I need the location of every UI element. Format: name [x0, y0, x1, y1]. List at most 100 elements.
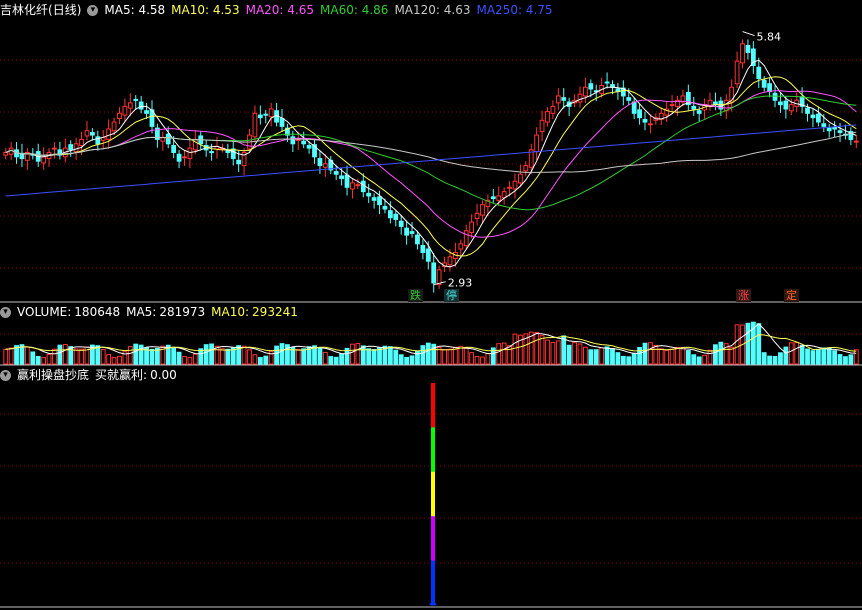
candle-body [588, 83, 594, 90]
volume-bar [52, 348, 57, 365]
candle-body [382, 205, 388, 210]
candle-body [106, 128, 112, 140]
chevron-down-icon[interactable]: ▾ [87, 4, 99, 16]
volume-bar [761, 352, 767, 365]
candle-body [415, 234, 420, 245]
indicator-header: ▾ 赢利操盘抄底 买就赢利: 0.00 [0, 365, 183, 385]
candle-body [209, 151, 214, 154]
candle-body [182, 156, 187, 159]
volume-bar [848, 354, 854, 365]
volume-bar [539, 335, 545, 365]
volume-bar [713, 344, 718, 365]
volume-bar [501, 342, 507, 365]
volume-bar [772, 355, 778, 365]
volume-bar [350, 343, 355, 365]
candle-body [3, 151, 9, 156]
fixed-tag: 定 [784, 289, 799, 302]
indicator-spike-segment [431, 560, 435, 606]
volume-ma10-value: 293241 [252, 305, 298, 319]
volume-bar [707, 349, 713, 365]
volume-bar [778, 352, 783, 365]
candle-body [734, 60, 740, 85]
volume-bar [805, 348, 810, 365]
volume-bar [30, 351, 36, 365]
volume-bar [425, 342, 431, 365]
candle-body [425, 248, 431, 262]
candle-body [52, 147, 57, 150]
candle-body [496, 195, 502, 201]
volume-bar [387, 346, 393, 365]
candle-body [631, 101, 637, 114]
ma-legend-item: MA20: 4.65 [245, 3, 315, 17]
candle-body [350, 182, 355, 190]
volume-bar [604, 346, 610, 365]
volume-header: ▾ VOLUME: 180648 MA5: 281973 MA10: 29324… [0, 302, 304, 322]
volume-bar [241, 345, 247, 365]
candle-body [73, 143, 79, 153]
high-label: 5.84 [757, 31, 782, 44]
candle-body [555, 95, 561, 104]
indicator-spike-segment [431, 471, 435, 517]
candle-body [767, 83, 773, 93]
candle-body [507, 186, 512, 189]
candle-body [517, 173, 523, 184]
volume-bar [550, 342, 556, 365]
candle-body [89, 131, 95, 136]
candle-body [480, 204, 485, 216]
candle-body [301, 140, 307, 145]
candle-body [236, 159, 242, 165]
indicator-line-label: 买就赢利: [95, 368, 148, 382]
candle-body [691, 105, 697, 110]
volume-bar [577, 343, 583, 365]
candle-body [463, 230, 469, 247]
volume-bar [366, 348, 372, 365]
candle-body [821, 123, 827, 127]
volume-bar [480, 356, 485, 365]
volume-bar [658, 348, 664, 365]
volume-bar [648, 342, 653, 365]
candle-body [512, 180, 518, 190]
candle-body [583, 86, 588, 97]
candle-body [837, 130, 843, 133]
chevron-down-icon[interactable]: ▾ [0, 306, 11, 318]
volume-bar [203, 344, 209, 365]
candle-body [279, 118, 285, 127]
volume-bar [534, 331, 540, 365]
volume-bar [295, 348, 301, 365]
volume-bar [815, 349, 821, 365]
volume-bar [192, 353, 198, 365]
volume-bar [832, 350, 838, 365]
candle-body [626, 97, 632, 101]
candle-body [577, 93, 583, 103]
candle-body [669, 104, 675, 107]
volume-value: 180648 [74, 305, 121, 319]
stock-name: 吉林化纤 [0, 3, 49, 17]
candle-body [778, 101, 783, 106]
volume-bar [691, 354, 697, 365]
candle-body [853, 140, 859, 143]
volume-bar [843, 356, 848, 365]
candle-body [84, 130, 90, 137]
period-label: (日线) [48, 3, 82, 17]
candle-body [122, 105, 128, 116]
candle-body [534, 134, 540, 153]
candle-body [333, 171, 339, 175]
candle-body [783, 100, 789, 110]
volume-bar [507, 345, 512, 365]
volume-label: VOLUME: [17, 305, 72, 319]
indicator-spike-segment [431, 427, 435, 473]
volume-bar [220, 348, 225, 365]
candle-body [523, 165, 529, 172]
volume-bar [252, 354, 258, 365]
candle-body [404, 227, 410, 236]
candle-body [290, 136, 296, 145]
candle-body [317, 158, 323, 167]
volume-bar [355, 343, 361, 365]
indicator-name: 赢利操盘抄底 [17, 368, 90, 382]
volume-bar [176, 351, 182, 365]
volume-ma-line [5, 334, 857, 352]
candle-body [740, 43, 745, 64]
chevron-down-icon[interactable]: ▾ [0, 369, 11, 381]
volume-bar [583, 346, 588, 365]
candle-body [393, 213, 399, 220]
